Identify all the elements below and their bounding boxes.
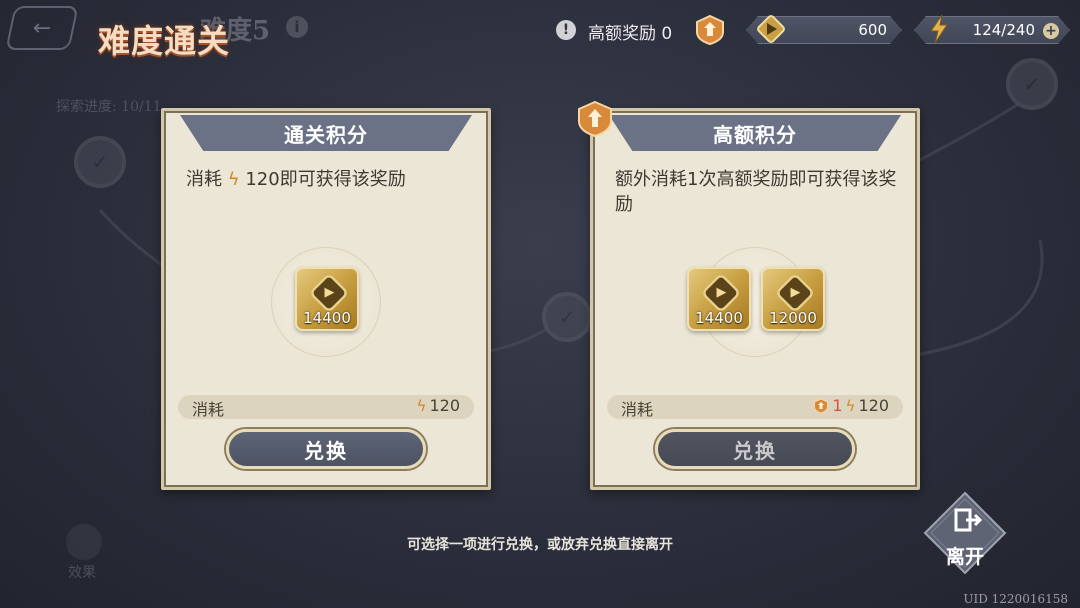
effect-label: 效果 [68, 565, 96, 581]
reward-item[interactable]: 14400 [295, 267, 359, 331]
description-suffix: 120即可获得该奖励 [245, 169, 406, 190]
high-value-badge-icon[interactable] [694, 14, 726, 46]
cost-row: 消耗 1 ϟ 120 [607, 395, 903, 419]
credit-coin-icon [700, 272, 742, 314]
page-title: 难度通关 [98, 22, 231, 60]
back-button[interactable]: ← [5, 6, 79, 50]
card-header: 通关积分 [180, 115, 472, 151]
cost-values: ϟ 120 [417, 396, 460, 415]
card-description: 额外消耗1次高额奖励即可获得该奖励 [615, 169, 897, 215]
add-energy-button[interactable]: + [1043, 23, 1059, 39]
lightning-icon: ϟ [227, 169, 240, 190]
card-header: 高额积分 [609, 115, 901, 151]
high-value-badge-icon [814, 397, 829, 414]
cost-energy: 120 [858, 396, 889, 415]
reward-quantity: 14400 [695, 309, 743, 327]
credit-coin-icon [757, 15, 785, 43]
leave-button-label: 离开 [945, 546, 984, 568]
exchange-button-label: 兑换 [733, 438, 777, 463]
exchange-button-label: 兑换 [304, 438, 348, 463]
energy-amount: 124/240 [972, 21, 1035, 39]
high-value-reward-count: 高额奖励 0 [588, 24, 673, 44]
back-arrow-icon: ← [32, 15, 52, 41]
instruction-hint: 可选择一项进行兑换，或放弃兑换直接离开 [407, 537, 673, 553]
clear-points-card: 通关积分 消耗 ϟ 120即可获得该奖励 14400 消耗 ϟ 120 兑换 [161, 108, 491, 490]
cost-high-value: 1 [832, 396, 843, 415]
cost-label: 消耗 [621, 400, 654, 419]
credit-coin-icon [308, 272, 350, 314]
info-icon[interactable]: i [286, 16, 308, 38]
reward-item[interactable]: 14400 [687, 267, 751, 331]
reward-quantity: 12000 [769, 309, 817, 327]
reward-item[interactable]: 12000 [761, 267, 825, 331]
high-value-points-card: 高额积分 额外消耗1次高额奖励即可获得该奖励 14400 12000 消耗 1 … [590, 108, 920, 490]
high-value-badge-icon [578, 100, 612, 138]
cost-energy: 120 [429, 396, 460, 415]
reward-quantity: 14400 [303, 309, 351, 327]
card-title: 高额积分 [713, 122, 797, 147]
map-node [1006, 58, 1058, 110]
background-progress: 探索进度: 10/11 [56, 99, 162, 115]
cost-values: 1 ϟ 120 [813, 396, 889, 415]
map-node [542, 292, 592, 342]
lightning-icon [930, 14, 948, 44]
card-description: 消耗 ϟ 120即可获得该奖励 [186, 167, 468, 192]
card-title: 通关积分 [284, 122, 368, 147]
credit-coin-icon [774, 272, 816, 314]
map-node [74, 136, 126, 188]
lightning-icon: ϟ [416, 396, 427, 415]
credit-amount: 600 [858, 21, 887, 39]
description-prefix: 消耗 [186, 169, 222, 190]
exchange-button[interactable]: 兑换 [655, 429, 855, 469]
exclamation-icon[interactable]: ! [556, 20, 576, 40]
cost-row: 消耗 ϟ 120 [178, 395, 474, 419]
user-id: UID 1220016158 [963, 592, 1068, 606]
cost-label: 消耗 [192, 400, 225, 419]
exchange-button[interactable]: 兑换 [226, 429, 426, 469]
lightning-icon: ϟ [845, 396, 856, 415]
